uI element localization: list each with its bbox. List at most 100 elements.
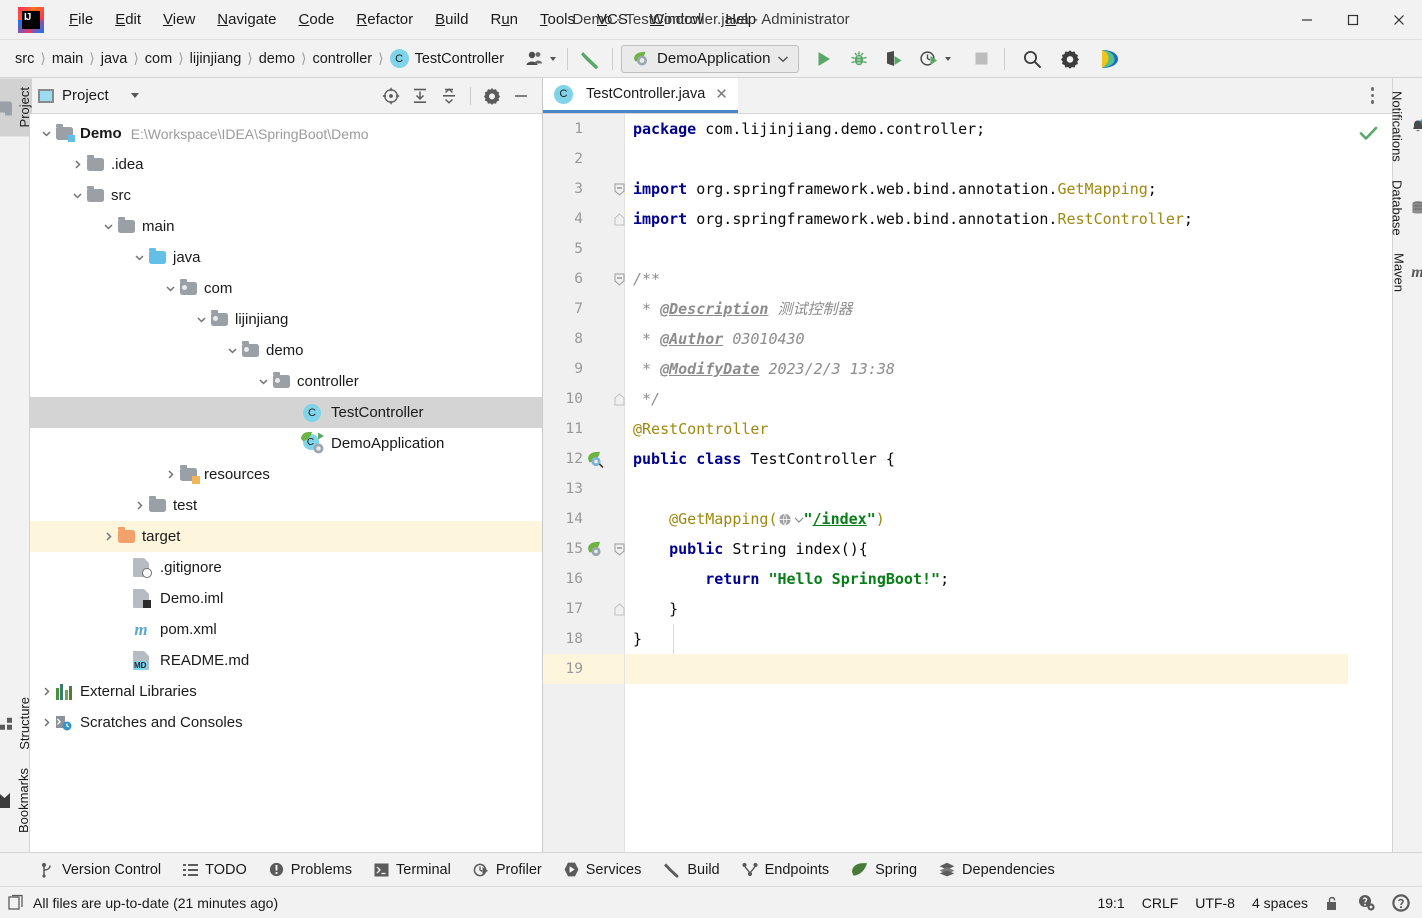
menu-file[interactable]: File xyxy=(58,9,104,30)
indent-setting[interactable]: 4 spaces xyxy=(1252,895,1308,911)
tree-row-demo-pkg[interactable]: demo xyxy=(30,335,542,366)
chevron-down-icon[interactable] xyxy=(255,374,271,390)
tree-row-idea[interactable]: .idea xyxy=(30,149,542,180)
chevron-right-icon[interactable] xyxy=(69,157,85,173)
sidebar-item-bookmarks[interactable]: Bookmarks xyxy=(0,759,31,842)
code-editor[interactable]: 1 2 3 4 5 6 7 8 9 10 11 12 13 14 15 16 1… xyxy=(543,114,1392,852)
menu-build[interactable]: Build xyxy=(424,9,479,30)
ai-assistant-icon[interactable] xyxy=(1095,45,1123,73)
menu-edit[interactable]: Edit xyxy=(104,9,152,30)
tree-row-gitignore[interactable]: .gitignore xyxy=(30,552,542,583)
menu-tools[interactable]: Tools xyxy=(529,9,586,30)
sidebar-item-structure[interactable]: Structure xyxy=(0,688,32,759)
chevron-down-icon[interactable] xyxy=(224,343,240,359)
chevron-down-icon[interactable] xyxy=(100,219,116,235)
tree-row-demo[interactable]: Demo E:\Workspace\IDEA\SpringBoot\Demo xyxy=(30,118,542,149)
breadcrumb-class[interactable]: C TestController xyxy=(385,47,509,70)
code-text[interactable]: package com.lijinjiang.demo.controller; … xyxy=(625,114,1348,852)
close-button[interactable] xyxy=(1376,0,1422,40)
spring-bean-gutter-icon[interactable] xyxy=(587,451,604,468)
breadcrumb-src[interactable]: src xyxy=(10,49,39,69)
menu-window[interactable]: Window xyxy=(639,9,714,30)
tree-row-testcontroller[interactable]: C TestController xyxy=(30,397,542,428)
bottom-item-build[interactable]: Build xyxy=(653,857,729,882)
chevron-down-icon[interactable] xyxy=(130,93,139,98)
editor-tab-testcontroller[interactable]: C TestController.java ✕ xyxy=(543,78,738,113)
run-configuration-selector[interactable]: DemoApplication xyxy=(621,44,800,73)
run-with-coverage-button[interactable] xyxy=(881,45,907,73)
tree-row-demoapplication[interactable]: C DemoApplication xyxy=(30,428,542,459)
status-message-group[interactable]: All files are up-to-date (21 minutes ago… xyxy=(8,894,278,911)
chevron-down-icon[interactable] xyxy=(69,188,85,204)
maximize-button[interactable] xyxy=(1330,0,1376,40)
tree-row-resources[interactable]: resources xyxy=(30,459,542,490)
expand-all-icon[interactable] xyxy=(407,83,433,109)
tree-row-java[interactable]: java xyxy=(30,242,542,273)
minimize-button[interactable] xyxy=(1284,0,1330,40)
tree-row-main[interactable]: main xyxy=(30,211,542,242)
inspection-level-icon[interactable] xyxy=(1357,894,1375,911)
bottom-item-spring[interactable]: Spring xyxy=(841,858,927,882)
line-separator[interactable]: CRLF xyxy=(1142,895,1179,911)
build-hammer-icon[interactable] xyxy=(576,45,604,73)
ok-check-icon[interactable] xyxy=(1359,124,1378,143)
search-everywhere-icon[interactable] xyxy=(1019,45,1045,73)
caret-position[interactable]: 19:1 xyxy=(1097,895,1124,911)
file-encoding[interactable]: UTF-8 xyxy=(1195,895,1235,911)
tree-row-pom-xml[interactable]: m pom.xml xyxy=(30,614,542,645)
tree-row-target[interactable]: target xyxy=(30,521,542,552)
spring-endpoint-gutter-icon[interactable] xyxy=(587,541,604,558)
tree-row-test[interactable]: test xyxy=(30,490,542,521)
bottom-item-endpoints[interactable]: Endpoints xyxy=(732,858,840,882)
sidebar-item-notifications[interactable]: Notifications xyxy=(1390,82,1422,171)
menu-run[interactable]: Run xyxy=(479,9,529,30)
chevron-down-icon[interactable] xyxy=(131,250,147,266)
sidebar-item-project[interactable]: Project xyxy=(0,78,32,137)
bottom-item-terminal[interactable]: Terminal xyxy=(364,858,461,882)
chevron-right-icon[interactable] xyxy=(100,529,116,545)
bottom-item-dependencies[interactable]: Dependencies xyxy=(929,858,1065,882)
chevron-right-icon[interactable] xyxy=(38,684,54,700)
breadcrumb-demo[interactable]: demo xyxy=(254,49,300,69)
breadcrumb-java[interactable]: java xyxy=(96,49,133,69)
bottom-item-profiler[interactable]: Profiler xyxy=(463,858,552,882)
breadcrumb-main[interactable]: main xyxy=(47,49,88,69)
menu-help[interactable]: Help xyxy=(714,9,767,30)
tree-row-com[interactable]: com xyxy=(30,273,542,304)
tree-row-lijinjiang[interactable]: lijinjiang xyxy=(30,304,542,335)
chevron-right-icon[interactable] xyxy=(131,498,147,514)
select-opened-file-icon[interactable] xyxy=(378,83,404,109)
tree-row-demo-iml[interactable]: Demo.iml xyxy=(30,583,542,614)
chevron-down-icon[interactable] xyxy=(193,312,209,328)
settings-gear-icon[interactable] xyxy=(1057,45,1083,73)
bottom-item-problems[interactable]: Problems xyxy=(259,858,362,882)
menu-navigate[interactable]: Navigate xyxy=(206,9,287,30)
options-gear-icon[interactable] xyxy=(479,83,505,109)
user-profiles-icon[interactable] xyxy=(523,45,559,73)
debug-button[interactable] xyxy=(846,45,872,73)
sidebar-item-database[interactable]: Database xyxy=(1390,171,1422,245)
collapse-all-icon[interactable] xyxy=(436,83,462,109)
tree-row-readme[interactable]: MD README.md xyxy=(30,645,542,676)
lock-open-icon[interactable] xyxy=(1325,895,1340,911)
tree-row-controller[interactable]: controller xyxy=(30,366,542,397)
tree-row-scratches[interactable]: Scratches and Consoles xyxy=(30,707,542,738)
project-tree[interactable]: Demo E:\Workspace\IDEA\SpringBoot\Demo .… xyxy=(30,114,542,852)
web-url-inlay-icon[interactable] xyxy=(778,512,804,527)
chevron-right-icon[interactable] xyxy=(162,467,178,483)
close-icon[interactable]: ✕ xyxy=(715,85,728,103)
editor-gutter[interactable]: 1 2 3 4 5 6 7 8 9 10 11 12 13 14 15 16 1… xyxy=(543,114,625,852)
chevron-right-icon[interactable] xyxy=(38,715,54,731)
bottom-item-services[interactable]: Services xyxy=(554,858,652,882)
more-actions-icon[interactable] xyxy=(1365,81,1381,110)
menu-code[interactable]: Code xyxy=(288,9,346,30)
chevron-down-icon[interactable] xyxy=(38,126,54,142)
help-icon[interactable] xyxy=(1392,893,1410,912)
tree-row-external-libraries[interactable]: External Libraries xyxy=(30,676,542,707)
menu-vcs[interactable]: VCS xyxy=(586,9,639,30)
bottom-item-version-control[interactable]: Version Control xyxy=(30,858,171,882)
profile-button[interactable] xyxy=(916,45,954,73)
menu-refactor[interactable]: Refactor xyxy=(345,9,424,30)
breadcrumb-com[interactable]: com xyxy=(140,49,177,69)
bottom-item-todo[interactable]: TODO xyxy=(173,858,257,882)
